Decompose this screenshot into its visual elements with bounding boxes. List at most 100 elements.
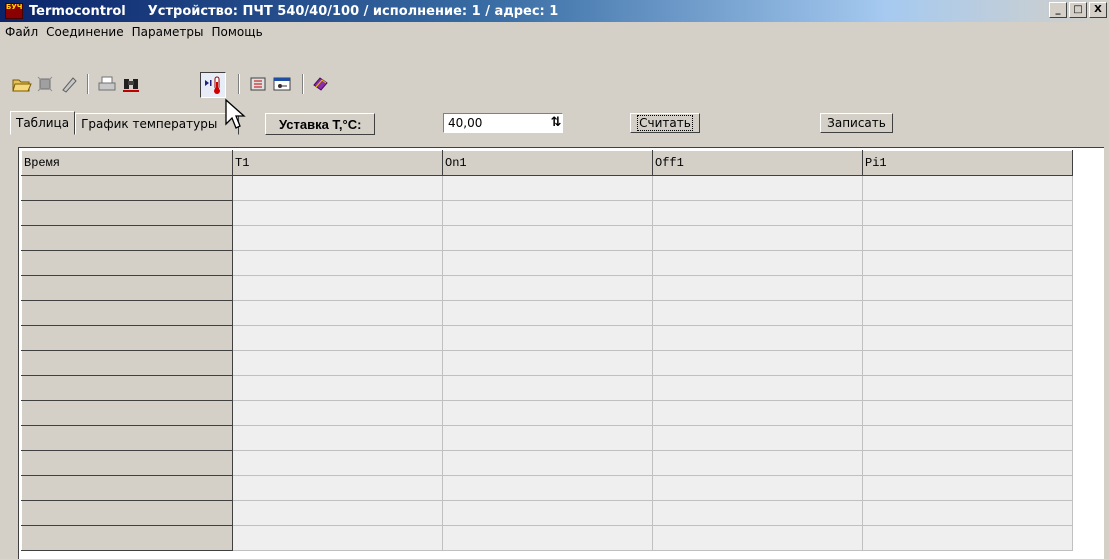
table-cell[interactable]: [232, 200, 443, 226]
table-cell[interactable]: [442, 425, 653, 451]
help-button[interactable]: [308, 72, 332, 96]
maximize-button[interactable]: □: [1069, 2, 1087, 18]
table-cell[interactable]: [862, 200, 1073, 226]
table-cell[interactable]: [442, 200, 653, 226]
table-cell[interactable]: [862, 300, 1073, 326]
column-header-on1[interactable]: On1: [442, 150, 653, 176]
table-row[interactable]: [21, 200, 1073, 226]
table-cell[interactable]: [862, 400, 1073, 426]
table-cell[interactable]: [232, 475, 443, 501]
clear-button[interactable]: [57, 72, 81, 96]
table-cell[interactable]: [442, 250, 653, 276]
table-cell[interactable]: [232, 300, 443, 326]
table-cell[interactable]: [652, 200, 863, 226]
find-button[interactable]: [119, 72, 143, 96]
column-header-pi1[interactable]: Pi1: [862, 150, 1073, 176]
table-cell[interactable]: [232, 275, 443, 301]
table-cell[interactable]: [862, 475, 1073, 501]
setpoint-spin-icon[interactable]: ⇅: [549, 115, 563, 131]
table-cell[interactable]: [232, 500, 443, 526]
tab-temperature-chart[interactable]: График температуры: [75, 113, 240, 135]
table-cell[interactable]: [862, 250, 1073, 276]
table-cell[interactable]: [232, 375, 443, 401]
table-cell[interactable]: [652, 425, 863, 451]
table-cell[interactable]: [442, 400, 653, 426]
table-cell[interactable]: [232, 250, 443, 276]
table-row[interactable]: [21, 275, 1073, 301]
table-cell[interactable]: [442, 275, 653, 301]
table-cell[interactable]: [862, 375, 1073, 401]
table-cell[interactable]: [442, 325, 653, 351]
table-row[interactable]: [21, 175, 1073, 201]
stop-button[interactable]: [33, 72, 57, 96]
table-cell[interactable]: [652, 450, 863, 476]
table-cell[interactable]: [232, 350, 443, 376]
table-cell[interactable]: [652, 250, 863, 276]
table-cell[interactable]: [442, 225, 653, 251]
table-row[interactable]: [21, 350, 1073, 376]
minimize-button[interactable]: _: [1049, 2, 1067, 18]
table-cell[interactable]: [442, 500, 653, 526]
table-cell[interactable]: [652, 350, 863, 376]
close-button[interactable]: X: [1089, 2, 1107, 18]
menu-connection[interactable]: Соединение: [43, 25, 126, 39]
table-cell[interactable]: [232, 450, 443, 476]
table-cell[interactable]: [652, 475, 863, 501]
table-cell[interactable]: [652, 525, 863, 551]
device-settings-button[interactable]: [246, 72, 270, 96]
table-cell[interactable]: [652, 225, 863, 251]
data-grid[interactable]: Время T1 On1 Off1 Pi1: [18, 147, 1104, 559]
menu-file[interactable]: Файл: [2, 25, 41, 39]
table-cell[interactable]: [862, 325, 1073, 351]
column-header-t1[interactable]: T1: [232, 150, 443, 176]
table-row[interactable]: [21, 375, 1073, 401]
setpoint-input[interactable]: [443, 113, 563, 133]
table-cell[interactable]: [652, 325, 863, 351]
table-cell[interactable]: [232, 425, 443, 451]
menu-parameters[interactable]: Параметры: [129, 25, 207, 39]
table-cell[interactable]: [652, 400, 863, 426]
table-row[interactable]: [21, 225, 1073, 251]
table-cell[interactable]: [862, 350, 1073, 376]
write-button[interactable]: Записать: [820, 113, 893, 133]
table-cell[interactable]: [652, 300, 863, 326]
tab-table[interactable]: Таблица: [10, 111, 76, 135]
read-button[interactable]: Считать: [630, 113, 700, 133]
table-cell[interactable]: [232, 325, 443, 351]
table-cell[interactable]: [652, 500, 863, 526]
table-row[interactable]: [21, 425, 1073, 451]
table-cell[interactable]: [862, 500, 1073, 526]
print-button[interactable]: [95, 72, 119, 96]
table-cell[interactable]: [442, 450, 653, 476]
start-measurement-button[interactable]: [200, 72, 226, 98]
table-row[interactable]: [21, 500, 1073, 526]
menu-help[interactable]: Помощь: [209, 25, 266, 39]
table-row[interactable]: [21, 300, 1073, 326]
table-row[interactable]: [21, 400, 1073, 426]
table-row[interactable]: [21, 525, 1073, 551]
connect-button[interactable]: [270, 72, 294, 96]
table-cell[interactable]: [232, 175, 443, 201]
table-cell[interactable]: [862, 525, 1073, 551]
table-cell[interactable]: [232, 400, 443, 426]
table-cell[interactable]: [862, 275, 1073, 301]
table-row[interactable]: [21, 475, 1073, 501]
table-row[interactable]: [21, 325, 1073, 351]
table-cell[interactable]: [442, 475, 653, 501]
table-cell[interactable]: [862, 425, 1073, 451]
table-cell[interactable]: [442, 175, 653, 201]
table-row[interactable]: [21, 450, 1073, 476]
table-cell[interactable]: [862, 225, 1073, 251]
table-cell[interactable]: [652, 175, 863, 201]
table-row[interactable]: [21, 250, 1073, 276]
table-cell[interactable]: [232, 225, 443, 251]
table-cell[interactable]: [442, 375, 653, 401]
table-cell[interactable]: [442, 300, 653, 326]
column-header-off1[interactable]: Off1: [652, 150, 863, 176]
open-button[interactable]: [10, 72, 34, 96]
table-cell[interactable]: [442, 350, 653, 376]
column-header-time[interactable]: Время: [21, 150, 233, 176]
table-cell[interactable]: [862, 175, 1073, 201]
table-cell[interactable]: [442, 525, 653, 551]
table-cell[interactable]: [232, 525, 443, 551]
